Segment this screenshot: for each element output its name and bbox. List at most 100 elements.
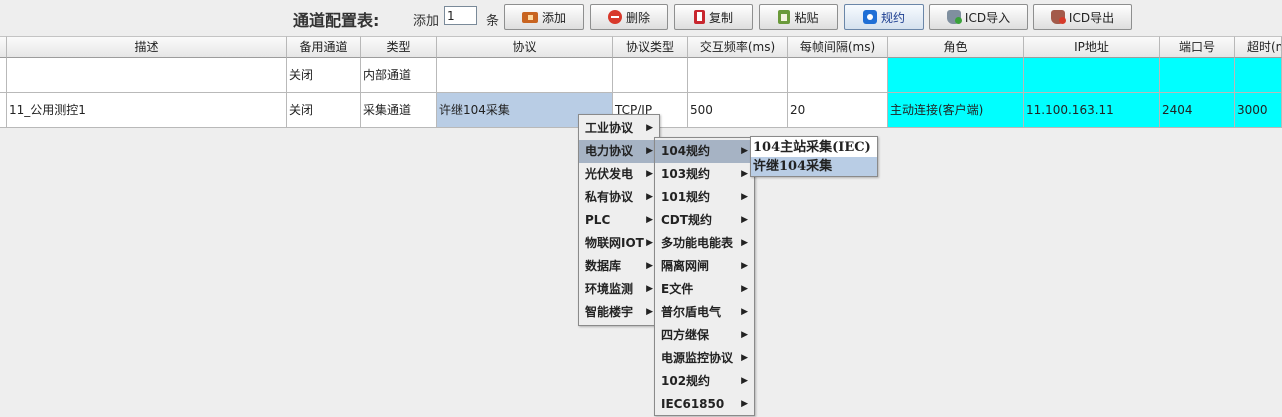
chevron-right-icon: ▶ [741,192,748,202]
protocol-menu: 工业协议 ▶ 电力协议 ▶ 光伏发电 ▶ 私有协议 ▶ PLC ▶ 物联网IOT ▶ 数据库… [578,114,660,326]
add-suffix-label: 条 [486,14,500,29]
row-header-corner [0,36,7,58]
menu-item-isolation-gate[interactable]: 隔离网闸 ▶ [655,255,754,278]
menu-item-label: PLC [585,213,611,227]
database-export-icon [1050,10,1066,24]
table-cell[interactable] [613,58,688,93]
menu-item-industrial[interactable]: 工业协议 ▶ [579,117,659,140]
table-cell[interactable] [7,58,287,93]
menu-item-xuji-104[interactable]: 许继104采集 [751,157,877,176]
menu-item-104[interactable]: 104规约 ▶ [655,140,754,163]
row-marker [0,58,7,93]
menu-item-label: 数据库 [585,259,622,273]
menu-item-private[interactable]: 私有协议 ▶ [579,186,659,209]
rule-icon [862,10,877,24]
table-cell[interactable] [1024,58,1160,93]
menu-item-label: 103规约 [661,167,711,181]
menu-item-power-monitor[interactable]: 电源监控协议 ▶ [655,347,754,370]
column-header-ip-address[interactable]: IP地址 [1024,36,1160,58]
paste-button[interactable]: 粘贴 [759,4,838,30]
table-cell[interactable] [437,58,613,93]
chevron-right-icon: ▶ [741,399,748,409]
table-cell[interactable]: 关闭 [287,93,361,128]
column-header-backup-channel[interactable]: 备用通道 [287,36,361,58]
chevron-right-icon: ▶ [741,284,748,294]
icd-export-label: ICD导出 [1068,10,1115,25]
icd-import-label: ICD导入 [964,10,1011,25]
table-cell[interactable]: 11_公用测控1 [7,93,287,128]
column-header-frame-interval[interactable]: 每帧间隔(ms) [788,36,888,58]
table-cell[interactable]: 2404 [1160,93,1235,128]
chevron-right-icon: ▶ [646,192,653,202]
add-button[interactable]: 添加 [504,4,584,30]
column-header-type[interactable]: 类型 [361,36,437,58]
menu-item-label: IEC61850 [661,397,725,411]
table-cell[interactable]: 11.100.163.11 [1024,93,1160,128]
column-header-protocol[interactable]: 协议 [437,36,613,58]
menu-item-iec61850[interactable]: IEC61850 ▶ [655,393,754,416]
menu-item-label: 工业协议 [585,121,634,135]
table-cell[interactable]: 主动连接(客户端) [888,93,1024,128]
icd-import-button[interactable]: ICD导入 [929,4,1028,30]
table-cell[interactable]: 500 [688,93,788,128]
table-cell[interactable]: 关闭 [287,58,361,93]
column-header-role[interactable]: 角色 [888,36,1024,58]
column-header-timeout[interactable]: 超时(m [1235,36,1282,58]
chevron-right-icon: ▶ [646,238,653,248]
column-header-description[interactable]: 描述 [7,36,287,58]
menu-item-photovoltaic[interactable]: 光伏发电 ▶ [579,163,659,186]
add-count-input[interactable]: 1 [444,6,477,25]
menu-item-environment[interactable]: 环境监测 ▶ [579,278,659,301]
menu-item-sifang[interactable]: 四方继保 ▶ [655,324,754,347]
menu-item-database[interactable]: 数据库 ▶ [579,255,659,278]
menu-item-puerdun[interactable]: 普尔盾电气 ▶ [655,301,754,324]
column-header-protocol-type[interactable]: 协议类型 [613,36,688,58]
column-header-interaction-freq[interactable]: 交互频率(ms) [688,36,788,58]
chevron-right-icon: ▶ [741,215,748,225]
add-prefix-label: 添加 [413,14,440,29]
menu-item-label: 104规约 [661,144,711,158]
table-cell[interactable] [1235,58,1282,93]
table-cell[interactable]: 采集通道 [361,93,437,128]
table-cell[interactable] [788,58,888,93]
rule-button-label: 规约 [880,10,905,25]
table-cell[interactable] [688,58,788,93]
copy-icon [693,10,705,24]
menu-item-103[interactable]: 103规约 ▶ [655,163,754,186]
chevron-right-icon: ▶ [741,146,748,156]
icd-export-button[interactable]: ICD导出 [1033,4,1132,30]
menu-item-iot[interactable]: 物联网IOT ▶ [579,232,659,255]
table-cell[interactable]: 20 [788,93,888,128]
paste-button-label: 粘贴 [794,10,819,25]
menu-item-plc[interactable]: PLC ▶ [579,209,659,232]
menu-item-label: 电力协议 [585,144,634,158]
menu-item-e-file[interactable]: E文件 ▶ [655,278,754,301]
menu-item-label: 四方继保 [661,328,710,342]
menu-item-smart-building[interactable]: 智能楼宇 ▶ [579,301,659,324]
table-cell[interactable] [888,58,1024,93]
chevron-right-icon: ▶ [741,307,748,317]
menu-item-cdt[interactable]: CDT规约 ▶ [655,209,754,232]
chevron-right-icon: ▶ [741,330,748,340]
table-cell[interactable]: 内部通道 [361,58,437,93]
copy-button-label: 复制 [708,10,733,25]
rule-button[interactable]: 规约 [844,4,924,30]
menu-item-label: 多功能电能表 [661,236,734,250]
column-header-port[interactable]: 端口号 [1160,36,1235,58]
menu-item-multi-meter[interactable]: 多功能电能表 ▶ [655,232,754,255]
menu-item-104-master-iec[interactable]: 104主站采集(IEC) [751,138,877,157]
table-cell[interactable]: 3000 [1235,93,1282,128]
menu-item-101[interactable]: 101规约 ▶ [655,186,754,209]
menu-item-label: 隔离网闸 [661,259,710,273]
menu-item-power[interactable]: 电力协议 ▶ [579,140,659,163]
chevron-right-icon: ▶ [741,169,748,179]
menu-item-label: 智能楼宇 [585,305,634,319]
protocol-104-submenu: 104主站采集(IEC) 许继104采集 [750,136,878,177]
table-cell[interactable] [1160,58,1235,93]
menu-item-label: 私有协议 [585,190,634,204]
copy-button[interactable]: 复制 [674,4,753,30]
paste-icon [778,10,791,24]
delete-button[interactable]: 删除 [590,4,668,30]
menu-item-102[interactable]: 102规约 ▶ [655,370,754,393]
delete-icon [607,10,622,24]
